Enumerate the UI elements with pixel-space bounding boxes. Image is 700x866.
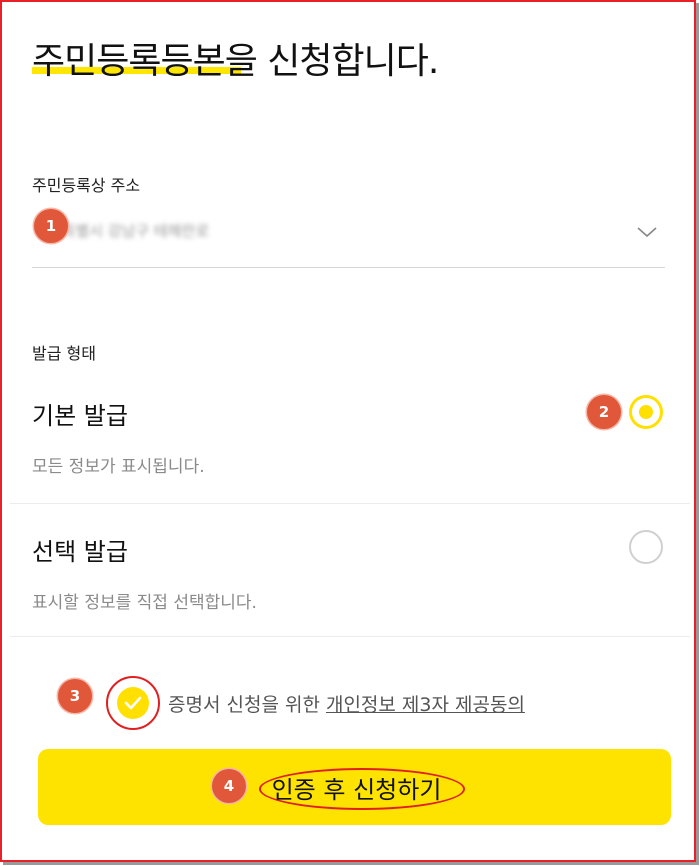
address-label: 주민등록상 주소 xyxy=(32,176,141,195)
radio-select[interactable] xyxy=(629,530,663,564)
step-badge-3: 3 xyxy=(58,679,92,713)
submit-button[interactable]: 4 인증 후 신청하기 xyxy=(38,749,671,825)
consent-checkbox-highlight xyxy=(106,676,160,730)
address-value: 서울특별시 강남구 테헤란로 xyxy=(34,222,210,240)
chevron-down-icon xyxy=(637,227,657,238)
screen-frame: 주민등록등본을 신청합니다. 주민등록상 주소 서울특별시 강남구 테헤란로 1… xyxy=(0,0,696,862)
option-basic-desc: 모든 정보가 표시됩니다. xyxy=(32,457,205,477)
address-select[interactable]: 서울특별시 강남구 테헤란로 xyxy=(32,202,665,268)
consent-checkbox[interactable] xyxy=(117,687,149,719)
check-icon xyxy=(124,696,142,710)
page-title: 주민등록등본을 신청합니다. xyxy=(32,41,439,82)
issue-type-label: 발급 형태 xyxy=(32,344,96,363)
step-badge-2: 2 xyxy=(587,395,621,429)
submit-label: 인증 후 신청하기 xyxy=(271,776,442,804)
step-badge-1: 1 xyxy=(34,209,68,243)
radio-basic[interactable] xyxy=(629,395,663,429)
divider xyxy=(10,503,690,504)
option-select-title: 선택 발급 xyxy=(32,538,128,566)
consent-link[interactable]: 개인정보 제3자 제공동의 xyxy=(326,694,525,716)
consent-text: 증명서 신청을 위한 개인정보 제3자 제공동의 xyxy=(168,690,525,717)
consent-text-prefix: 증명서 신청을 위한 xyxy=(168,694,326,716)
option-basic-title: 기본 발급 xyxy=(32,402,128,430)
option-select-desc: 표시할 정보를 직접 선택합니다. xyxy=(32,593,257,613)
divider xyxy=(10,636,690,637)
